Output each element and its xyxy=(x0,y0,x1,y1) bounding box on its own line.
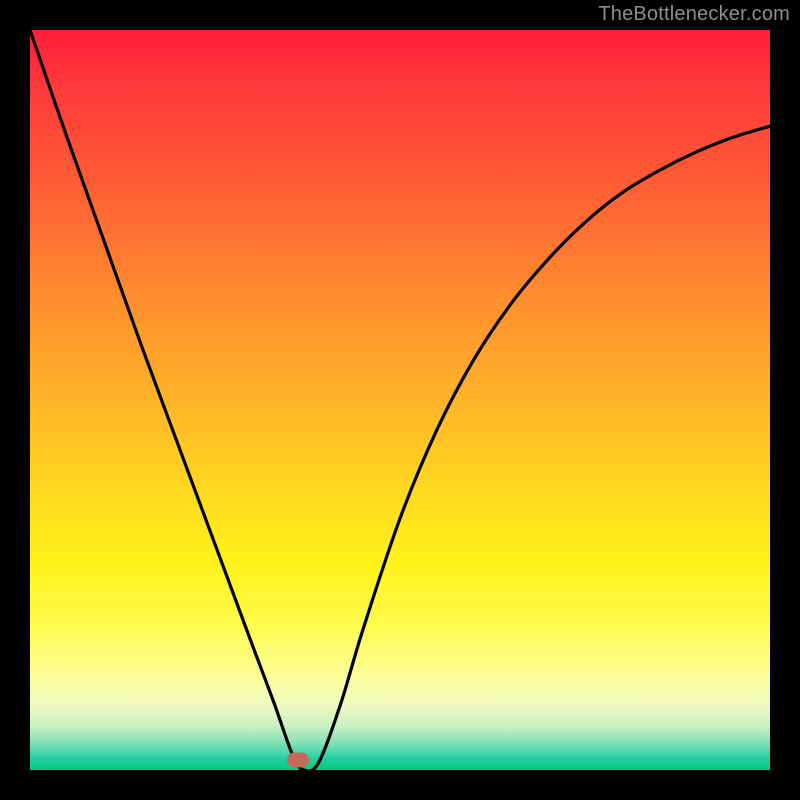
bottleneck-curve xyxy=(30,30,770,770)
plot-area xyxy=(30,30,770,770)
chart-frame: TheBottlenecker.com xyxy=(0,0,800,800)
watermark-text: TheBottlenecker.com xyxy=(598,3,790,26)
optimal-point-marker xyxy=(287,752,309,767)
curve-svg xyxy=(30,30,770,770)
